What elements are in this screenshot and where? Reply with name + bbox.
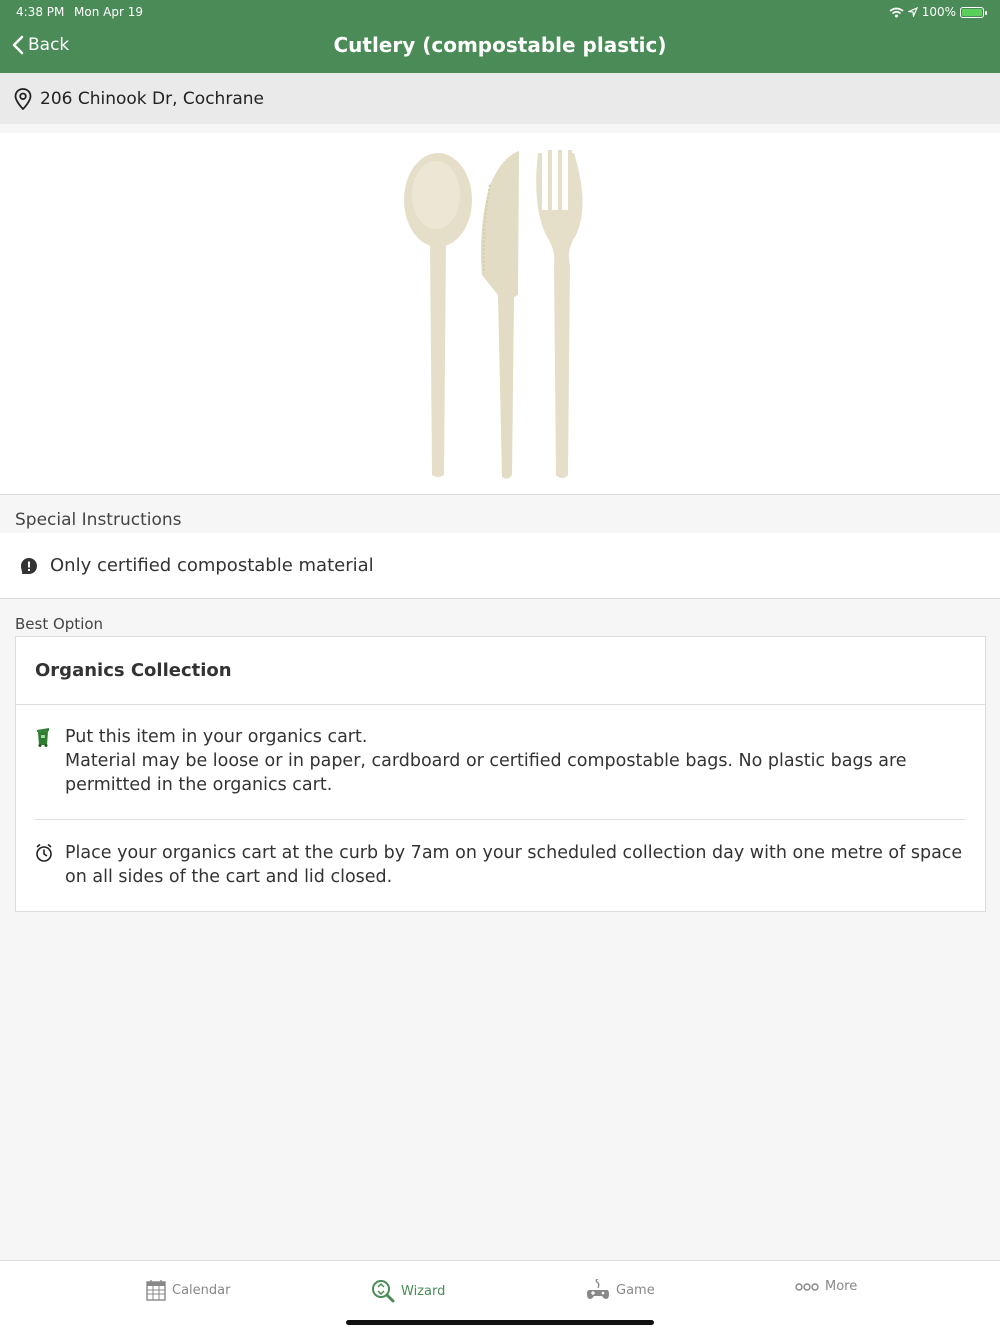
location-bar[interactable]: 206 Chinook Dr, Cochrane bbox=[0, 73, 1000, 124]
curb-instruction-text: Place your organics cart at the curb by … bbox=[65, 843, 963, 887]
navigation-header: 4:38 PM Mon Apr 19 100% Back Cutlery (co… bbox=[0, 0, 1000, 73]
item-image bbox=[0, 133, 1000, 495]
curb-instruction-row: Place your organics cart at the curb by … bbox=[35, 841, 965, 889]
organics-cart-icon bbox=[35, 727, 55, 797]
cart-instruction-line2: Material may be loose or in paper, cardb… bbox=[65, 751, 907, 795]
battery-icon bbox=[960, 6, 987, 18]
special-instructions-heading: Special Instructions bbox=[15, 510, 182, 530]
tab-game[interactable]: Game bbox=[586, 1279, 655, 1301]
wizard-icon bbox=[372, 1280, 395, 1303]
cart-instruction-line1: Put this item in your organics cart. bbox=[65, 727, 368, 747]
status-time: 4:38 PM bbox=[16, 5, 65, 19]
location-arrow-icon bbox=[907, 7, 918, 17]
cart-instruction-row: Put this item in your organics cart. Mat… bbox=[35, 725, 965, 797]
status-date: Mon Apr 19 bbox=[74, 5, 143, 19]
tab-wizard[interactable]: Wizard bbox=[371, 1279, 445, 1303]
home-indicator[interactable] bbox=[346, 1320, 654, 1325]
tab-calendar[interactable]: Calendar bbox=[146, 1279, 230, 1301]
game-icon bbox=[587, 1279, 609, 1299]
tab-calendar-label: Calendar bbox=[172, 1282, 231, 1298]
battery-percent: 100% bbox=[921, 5, 956, 19]
alarm-clock-icon bbox=[35, 843, 55, 889]
option-title: Organics Collection bbox=[16, 637, 985, 705]
best-option-heading: Best Option bbox=[15, 615, 104, 633]
tab-game-label: Game bbox=[616, 1282, 655, 1298]
cutlery-illustration bbox=[404, 150, 583, 479]
status-right: 100% bbox=[889, 5, 987, 19]
tab-wizard-label: Wizard bbox=[401, 1283, 446, 1299]
cart-instruction-text: Put this item in your organics cart. Mat… bbox=[65, 725, 965, 797]
address-text: 206 Chinook Dr, Cochrane bbox=[40, 88, 264, 109]
alert-icon bbox=[21, 557, 37, 574]
status-bar: 4:38 PM Mon Apr 19 100% bbox=[16, 5, 987, 21]
row-divider bbox=[35, 819, 965, 820]
tab-more[interactable]: More bbox=[795, 1279, 857, 1294]
page-title: Cutlery (compostable plastic) bbox=[333, 33, 667, 57]
best-option-card: Organics Collection Put this item in you… bbox=[15, 636, 986, 912]
special-instruction-item: Only certified compostable material bbox=[0, 533, 1000, 599]
special-instruction-text: Only certified compostable material bbox=[50, 555, 374, 576]
tab-more-label: More bbox=[825, 1279, 858, 1294]
calendar-icon bbox=[146, 1280, 166, 1301]
wifi-icon bbox=[889, 7, 904, 17]
map-pin-icon bbox=[14, 87, 32, 110]
more-icon bbox=[795, 1282, 819, 1291]
